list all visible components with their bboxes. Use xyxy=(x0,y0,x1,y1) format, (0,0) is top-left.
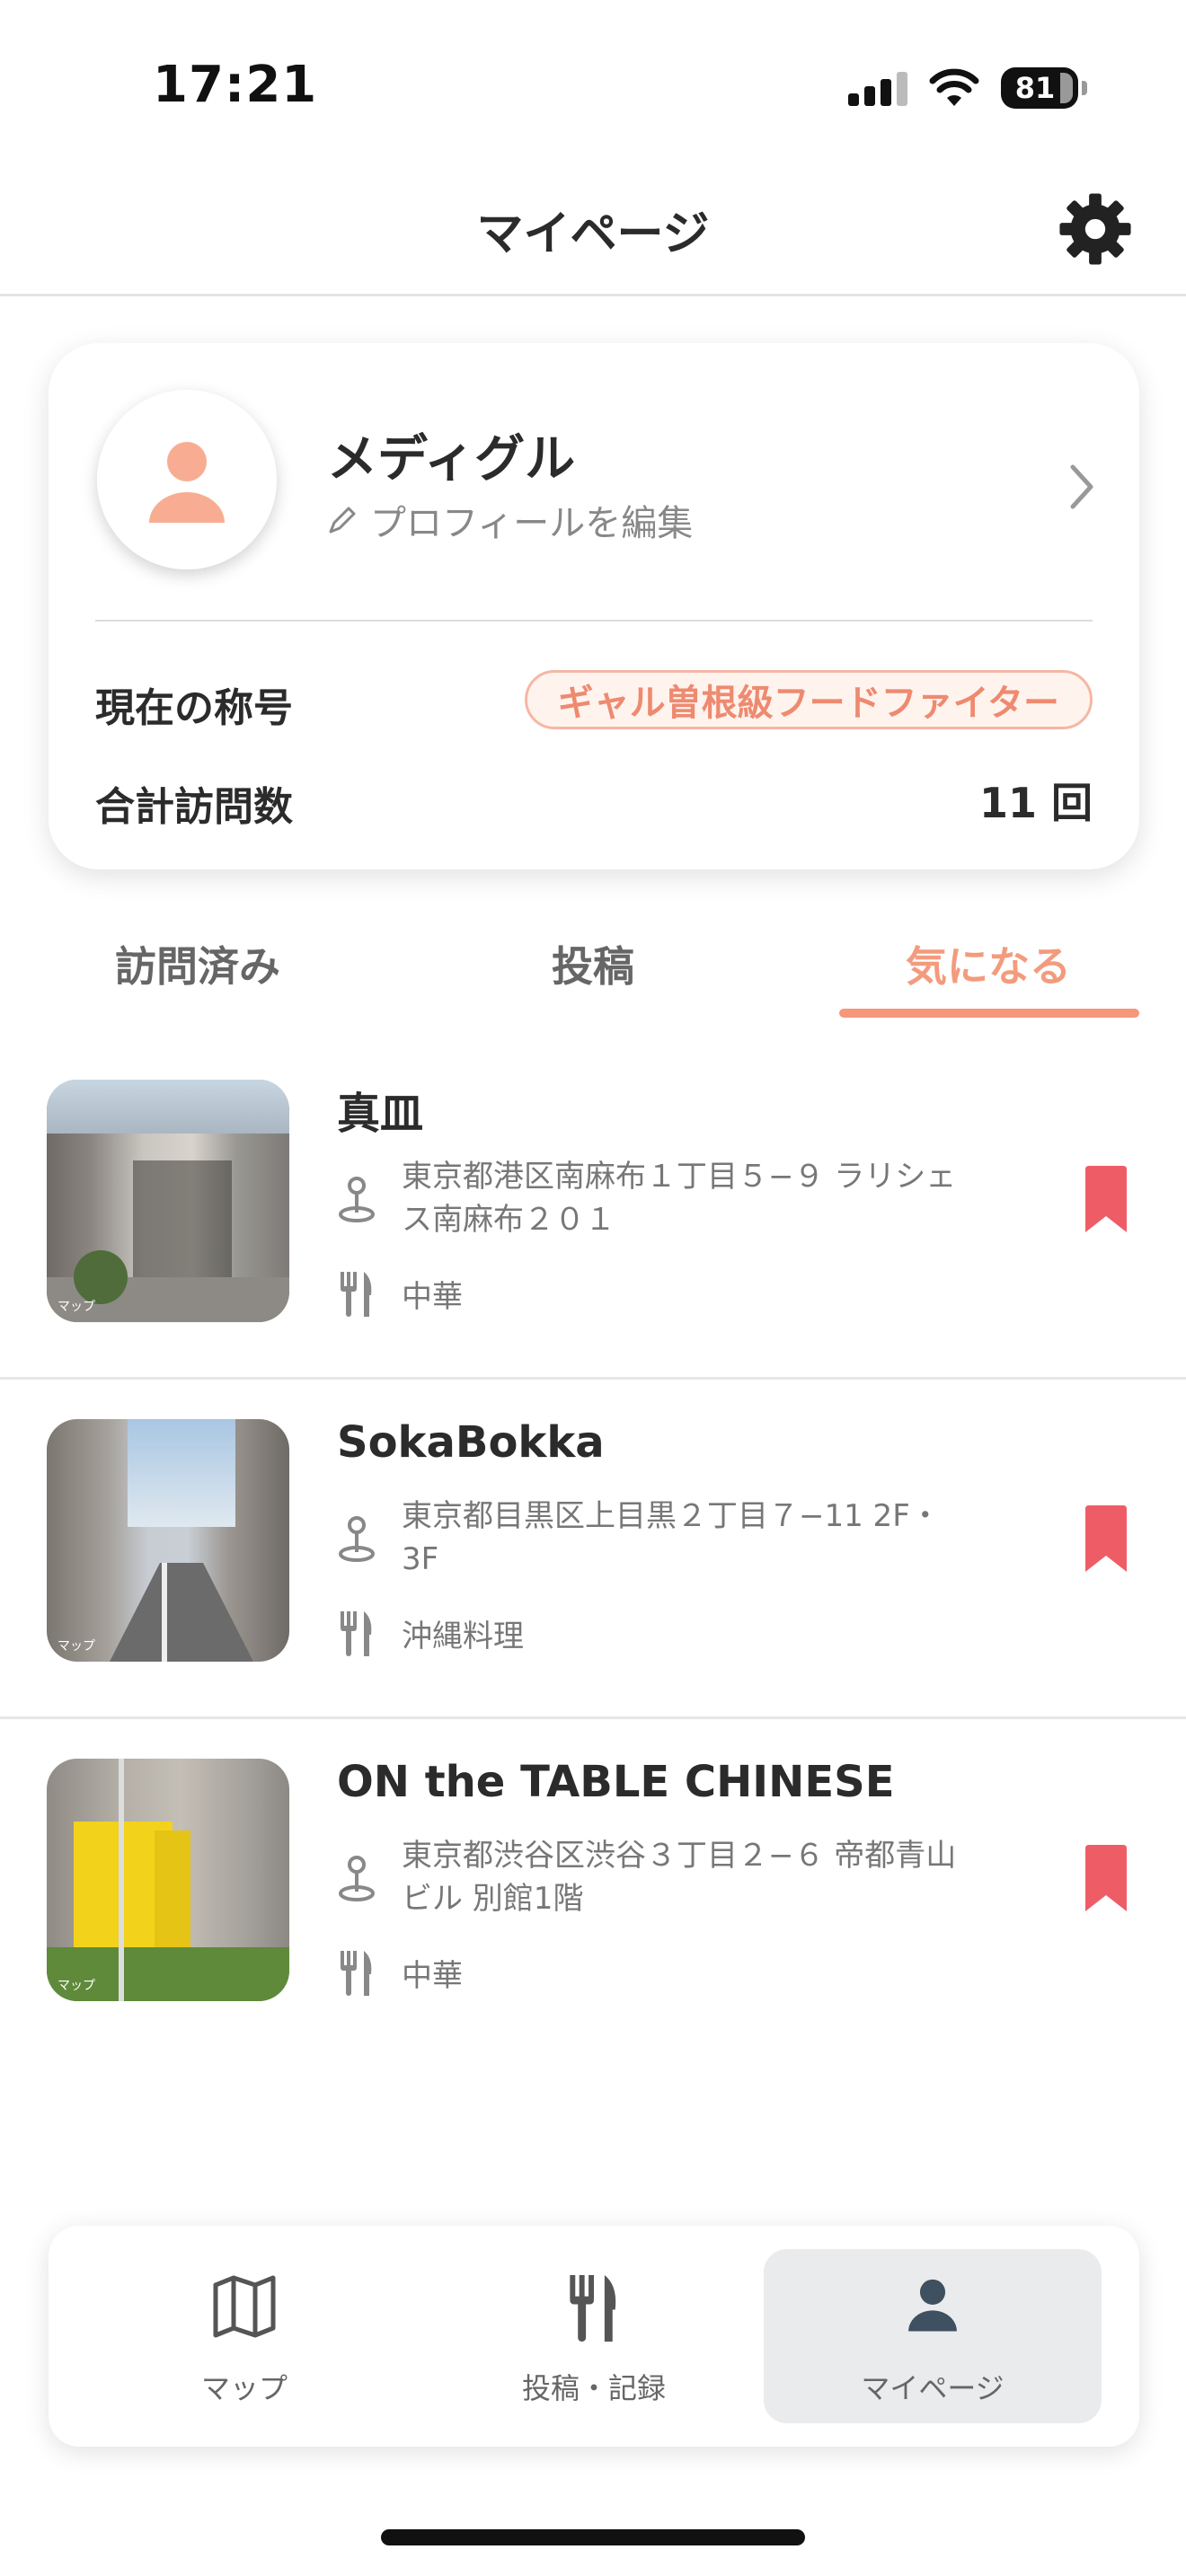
restaurant-name: 真皿 xyxy=(337,1089,424,1139)
restaurant-address: 東京都目黒区上目黒２丁目７−11 2F・3F xyxy=(402,1498,941,1577)
battery-level: 81 xyxy=(1014,71,1056,105)
edit-profile-link[interactable]: プロフィールを編集 xyxy=(327,494,693,546)
nav-label: 投稿・記録 xyxy=(521,2371,666,2405)
page-title: マイページ xyxy=(476,207,710,261)
tab-posts[interactable]: 投稿 xyxy=(440,934,746,993)
restaurant-name: ON the TABLE CHINESE xyxy=(337,1757,895,1807)
gear-icon[interactable] xyxy=(1057,190,1134,268)
bookmark-icon[interactable] xyxy=(1085,1505,1127,1572)
restaurant-category: 沖縄料理 xyxy=(402,1619,524,1654)
restaurant-category: 中華 xyxy=(402,1958,463,1994)
fork-knife-icon xyxy=(341,1951,372,1996)
signal-icon xyxy=(848,70,907,106)
location-pin-icon xyxy=(339,1516,375,1562)
user-name: メディグル xyxy=(327,430,576,489)
restaurant-photo: マップ xyxy=(47,1759,289,2001)
tab-interested[interactable]: 気になる xyxy=(836,934,1141,993)
visit-count: 11 回 xyxy=(978,779,1093,827)
status-icons: 81 xyxy=(848,63,1087,113)
divider xyxy=(95,620,1093,622)
nav-item-post[interactable]: 投稿・記録 xyxy=(425,2249,763,2423)
restaurant-category: 中華 xyxy=(402,1279,463,1315)
bookmark-icon[interactable] xyxy=(1085,1845,1127,1911)
restaurant-photo: マップ xyxy=(47,1419,289,1662)
list-item[interactable]: マップ SokaBokka 東京都目黒区上目黒２丁目７−11 2F・3F 沖縄料… xyxy=(0,1380,1186,1719)
nav-label: マイページ xyxy=(861,2371,1005,2405)
restaurant-photo: マップ xyxy=(47,1080,289,1322)
app-screen: 17:21 81 マイページ メディグル プロフィールを編集 現在の称号 ギャル… xyxy=(0,0,1186,2576)
home-indicator[interactable] xyxy=(381,2529,805,2545)
wifi-icon xyxy=(929,68,979,106)
location-pin-icon xyxy=(339,1177,375,1222)
tab-visited[interactable]: 訪問済み xyxy=(45,934,350,993)
fork-knife-icon xyxy=(570,2274,616,2342)
list-item[interactable]: マップ ON the TABLE CHINESE 東京都渋谷区渋谷３丁目２−６ … xyxy=(0,1719,1186,2059)
map-icon xyxy=(213,2275,276,2338)
restaurant-name: SokaBokka xyxy=(337,1417,605,1468)
restaurant-address: 東京都渋谷区渋谷３丁目２−６ 帝都青山ビル 別館1階 xyxy=(402,1838,957,1917)
bottom-nav: マップ 投稿・記録 マイページ xyxy=(49,2226,1139,2447)
nav-item-map[interactable]: マップ xyxy=(75,2249,413,2423)
fork-knife-icon xyxy=(341,1272,372,1317)
pencil-icon xyxy=(329,507,356,534)
location-pin-icon xyxy=(339,1856,375,1901)
chevron-right-icon[interactable] xyxy=(1064,460,1100,514)
nav-item-mypage[interactable]: マイページ xyxy=(764,2249,1102,2423)
restaurant-address: 東京都港区南麻布１丁目５−９ ラリシェス南麻布２０１ xyxy=(402,1159,957,1238)
fork-knife-icon xyxy=(341,1611,372,1656)
bookmark-icon[interactable] xyxy=(1085,1166,1127,1232)
status-time: 17:21 xyxy=(153,56,318,114)
nav-label: マップ xyxy=(200,2371,288,2405)
battery-indicator: 81 xyxy=(1001,67,1087,109)
profile-card[interactable]: メディグル プロフィールを編集 現在の称号 ギャル曽根級フードファイター 合計訪… xyxy=(49,343,1139,869)
list-item[interactable]: マップ 真皿 東京都港区南麻布１丁目５−９ ラリシェス南麻布２０１ 中華 xyxy=(0,1040,1186,1380)
visits-label: 合計訪問数 xyxy=(95,784,293,830)
person-icon xyxy=(908,2279,957,2332)
title-label: 現在の称号 xyxy=(95,685,293,731)
battery-icon: 81 xyxy=(1001,67,1078,109)
avatar[interactable] xyxy=(97,390,277,569)
edit-profile-label: プロフィールを編集 xyxy=(370,503,694,544)
title-badge: ギャル曽根級フードファイター xyxy=(524,670,1093,729)
person-icon xyxy=(149,442,225,523)
page-header: マイページ xyxy=(0,162,1186,296)
tab-underline xyxy=(839,1009,1139,1018)
